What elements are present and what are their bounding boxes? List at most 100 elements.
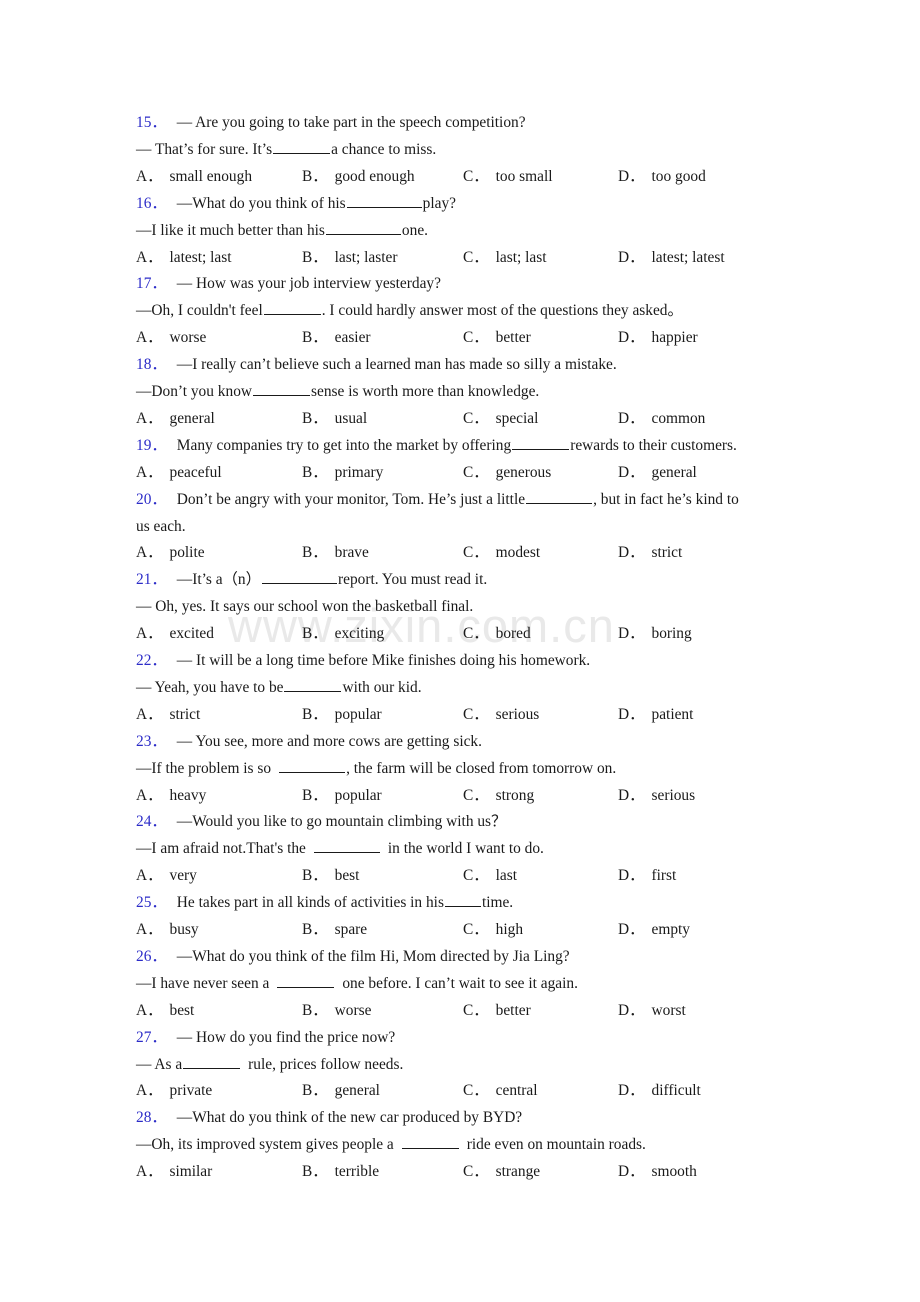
option-c[interactable]: C． bored: [463, 621, 531, 648]
option-c[interactable]: C． special: [463, 406, 538, 433]
option-c[interactable]: C． central: [463, 1078, 538, 1105]
option-a[interactable]: A． heavy: [136, 783, 206, 810]
answer-blank[interactable]: [277, 973, 335, 988]
answer-blank[interactable]: [279, 757, 346, 773]
option-letter: C．: [463, 867, 489, 885]
option-text: high: [495, 921, 524, 939]
option-a[interactable]: A． similar: [136, 1159, 212, 1186]
option-b[interactable]: B． last; laster: [302, 245, 397, 272]
option-c[interactable]: C． strong: [463, 783, 534, 810]
option-b[interactable]: B． usual: [302, 406, 367, 433]
option-b[interactable]: B． worse: [302, 998, 371, 1025]
option-text: excited: [169, 625, 214, 643]
answer-blank[interactable]: [284, 677, 342, 692]
question-17-number: 17．: [136, 275, 167, 293]
question-15-stem-2a-text: — That’s for sure. It’s: [136, 140, 273, 158]
option-text: spare: [334, 921, 368, 939]
question-19-stem-line-1: 19． Many companies try to get into the ma…: [136, 433, 784, 460]
option-a[interactable]: A． polite: [136, 540, 205, 567]
option-d[interactable]: D． serious: [618, 783, 695, 810]
option-c[interactable]: C． modest: [463, 540, 540, 567]
question-24-stem-2a-text: —I am afraid not.That's the: [136, 840, 306, 858]
option-d[interactable]: D． latest; latest: [618, 245, 725, 272]
option-d[interactable]: D． happier: [618, 325, 698, 352]
option-d[interactable]: D． worst: [618, 998, 686, 1025]
option-text: strict: [651, 544, 683, 562]
option-c[interactable]: C． better: [463, 325, 531, 352]
option-letter: A．: [136, 1001, 163, 1019]
question-28-stem-line-2: —Oh, its improved system gives people a r…: [136, 1132, 784, 1159]
answer-blank[interactable]: [262, 569, 338, 585]
option-b[interactable]: B． popular: [302, 702, 382, 729]
answer-blank[interactable]: [444, 892, 481, 908]
question-24: 24． —Would you like to go mountain climbi…: [136, 809, 784, 890]
answer-blank[interactable]: [253, 381, 311, 397]
option-a[interactable]: A． latest; last: [136, 245, 232, 272]
option-b[interactable]: B． general: [302, 1078, 380, 1105]
option-a[interactable]: A． small enough: [136, 164, 252, 191]
option-b[interactable]: B． easier: [302, 325, 371, 352]
option-d[interactable]: D． strict: [618, 540, 682, 567]
option-letter: C．: [463, 463, 489, 481]
option-c[interactable]: C． last: [463, 863, 517, 890]
question-22-stem-1-text: — It will be a long time before Mike fin…: [176, 652, 591, 670]
option-text: better: [495, 1001, 531, 1019]
option-c[interactable]: C． strange: [463, 1159, 540, 1186]
option-c[interactable]: C． high: [463, 917, 523, 944]
option-text: heavy: [169, 786, 207, 804]
option-text: special: [495, 409, 539, 427]
question-list: 15． — Are you going to take part in the s…: [136, 110, 784, 1186]
answer-blank[interactable]: [263, 300, 321, 316]
option-b[interactable]: B． exciting: [302, 621, 384, 648]
question-17-stem-2a-text: —Oh, I couldn't feel: [136, 302, 263, 320]
answer-blank[interactable]: [401, 1134, 459, 1150]
option-c[interactable]: C． better: [463, 998, 531, 1025]
option-text: better: [495, 329, 531, 347]
option-d[interactable]: D． smooth: [618, 1159, 697, 1186]
option-d[interactable]: D． first: [618, 863, 676, 890]
answer-blank[interactable]: [273, 139, 331, 154]
option-a[interactable]: A． worse: [136, 325, 206, 352]
option-d[interactable]: D． patient: [618, 702, 693, 729]
answer-blank[interactable]: [183, 1053, 241, 1069]
option-b[interactable]: B． good enough: [302, 164, 415, 191]
option-c[interactable]: C． generous: [463, 460, 551, 487]
option-a[interactable]: A． peaceful: [136, 460, 222, 487]
option-a[interactable]: A． best: [136, 998, 194, 1025]
option-text: strict: [169, 705, 201, 723]
option-a[interactable]: A． general: [136, 406, 215, 433]
option-b[interactable]: B． popular: [302, 783, 382, 810]
option-d[interactable]: D． too good: [618, 164, 706, 191]
answer-blank[interactable]: [346, 193, 422, 208]
option-b[interactable]: B． spare: [302, 917, 367, 944]
option-c[interactable]: C． serious: [463, 702, 539, 729]
option-text: difficult: [651, 1082, 701, 1100]
option-a[interactable]: A． very: [136, 863, 197, 890]
option-d[interactable]: D． boring: [618, 621, 692, 648]
answer-blank[interactable]: [526, 488, 593, 504]
option-b[interactable]: B． brave: [302, 540, 369, 567]
option-d[interactable]: D． common: [618, 406, 705, 433]
option-a[interactable]: A． strict: [136, 702, 200, 729]
option-d[interactable]: D． general: [618, 460, 697, 487]
question-21-stem-1a-text: —It’s a（n）: [176, 571, 262, 589]
answer-blank[interactable]: [325, 219, 401, 235]
option-c[interactable]: C． too small: [463, 164, 553, 191]
option-b[interactable]: B． terrible: [302, 1159, 379, 1186]
option-b[interactable]: B． best: [302, 863, 359, 890]
option-a[interactable]: A． private: [136, 1078, 212, 1105]
option-text: brave: [334, 544, 369, 562]
question-21-number: 21．: [136, 571, 167, 589]
question-24-stem-2b-text: in the world I want to do.: [387, 840, 544, 858]
question-18-stem-1-text: —I really can’t believe such a learned m…: [176, 356, 617, 374]
option-c[interactable]: C． last; last: [463, 245, 547, 272]
option-d[interactable]: D． empty: [618, 917, 690, 944]
option-a[interactable]: A． excited: [136, 621, 214, 648]
answer-blank[interactable]: [313, 838, 380, 854]
option-d[interactable]: D． difficult: [618, 1078, 701, 1105]
question-20: 20． Don’t be angry with your monitor, Tom…: [136, 487, 784, 568]
option-b[interactable]: B． primary: [302, 460, 383, 487]
answer-blank[interactable]: [512, 435, 570, 450]
option-a[interactable]: A． busy: [136, 917, 199, 944]
option-letter: A．: [136, 786, 163, 804]
